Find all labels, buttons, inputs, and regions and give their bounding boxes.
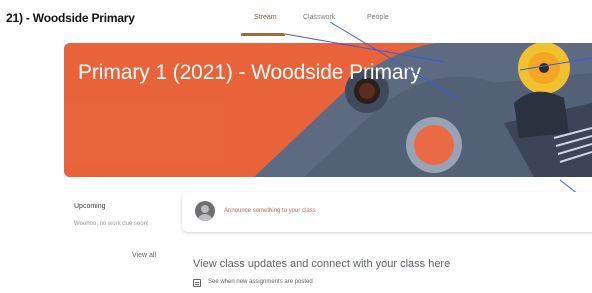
announce-box[interactable]: Announce something to your class — [182, 192, 592, 232]
class-banner: Primary 1 (2021) - Woodside Primary — [64, 43, 592, 177]
assignment-icon — [193, 279, 201, 287]
announce-prompt[interactable]: Announce something to your class — [224, 208, 316, 214]
upcoming-note: Woohoo, no work due soon! — [74, 221, 149, 227]
avatar — [195, 201, 215, 221]
tab-classwork[interactable]: Classwork — [303, 14, 335, 21]
class-name: 21) - Woodside Primary — [6, 11, 135, 25]
active-tab-indicator — [241, 33, 285, 36]
banner-title: Primary 1 (2021) - Woodside Primary — [78, 61, 421, 84]
top-bar: 21) - Woodside Primary Stream Classwork … — [0, 0, 592, 40]
upcoming-card: Upcoming Woohoo, no work due soon! View … — [66, 195, 166, 265]
stream-hint-text: See when new assignments are posted — [208, 279, 313, 285]
view-all-link[interactable]: View all — [132, 252, 156, 259]
tab-stream[interactable]: Stream — [254, 14, 277, 21]
tab-people[interactable]: People — [367, 14, 389, 21]
stream-empty-heading: View class updates and connect with your… — [193, 258, 451, 270]
upcoming-title: Upcoming — [74, 203, 106, 210]
